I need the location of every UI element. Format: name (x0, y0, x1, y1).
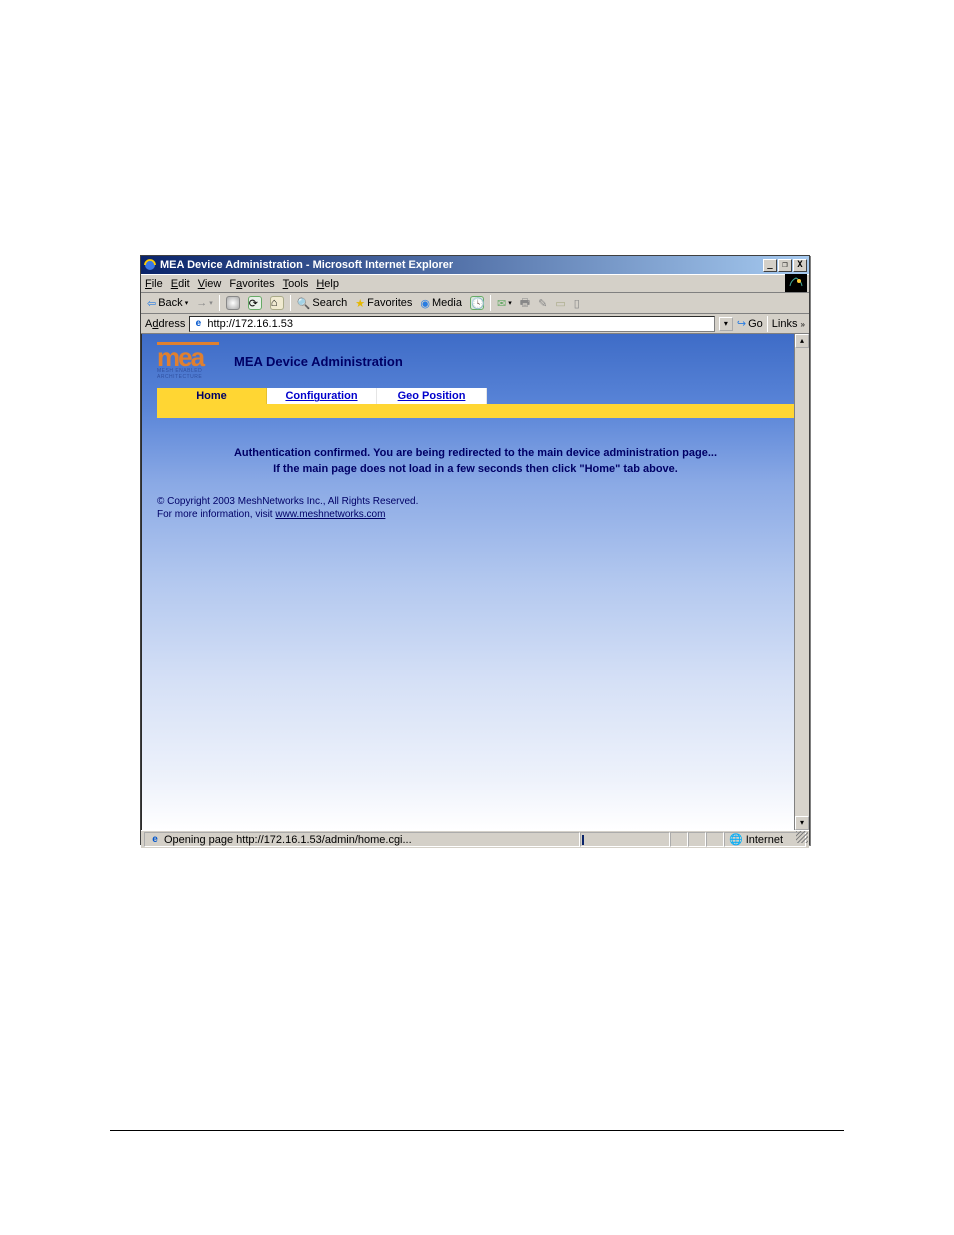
mail-button[interactable]: ✉▾ (495, 296, 514, 311)
status-spacer-2 (688, 832, 706, 847)
tab-underline-bar (157, 404, 794, 418)
go-button[interactable]: ↪Go (737, 317, 763, 330)
status-bar: e Opening page http://172.16.1.53/admin/… (141, 830, 809, 848)
logo-text: mea (157, 342, 219, 369)
tab-geo-position[interactable]: Geo Position (377, 388, 487, 404)
forward-button[interactable]: → ▾ (194, 296, 215, 310)
mea-logo: mea MESH ENABLED ARCHITECTURE (157, 342, 219, 380)
status-spacer-3 (706, 832, 724, 847)
links-button[interactable]: Links » (772, 318, 805, 330)
tab-home[interactable]: Home (157, 388, 267, 404)
tab-configuration[interactable]: Configuration (267, 388, 377, 404)
redirect-message: Authentication confirmed. You are being … (157, 446, 794, 477)
copyright-text: © Copyright 2003 MeshNetworks Inc., All … (157, 495, 794, 508)
status-text: Opening page http://172.16.1.53/admin/ho… (164, 834, 412, 846)
status-page-icon: e (149, 834, 161, 846)
menu-edit[interactable]: Edit (171, 278, 190, 290)
content-area: ▴ ▾ mea MESH ENABLED ARCHITECTURE MEA De… (141, 334, 809, 830)
home-button[interactable]: ⌂ (268, 295, 286, 311)
refresh-button[interactable]: ⟳ (246, 295, 264, 311)
menu-tools[interactable]: Tools (283, 278, 309, 290)
window-title: MEA Device Administration - Microsoft In… (160, 259, 763, 271)
footer-text: © Copyright 2003 MeshNetworks Inc., All … (157, 495, 794, 521)
security-zone-cell: 🌐 Internet (724, 832, 806, 847)
resize-grip[interactable] (796, 831, 808, 843)
address-dropdown-button[interactable]: ▾ (719, 317, 733, 331)
address-label: Address (145, 318, 185, 330)
minimize-button[interactable]: _ (763, 259, 777, 272)
status-text-cell: e Opening page http://172.16.1.53/admin/… (144, 832, 580, 847)
menu-file[interactable]: File (145, 278, 163, 290)
scroll-up-button[interactable]: ▴ (795, 334, 809, 348)
message-line-2: If the main page does not load in a few … (157, 462, 794, 477)
title-bar: MEA Device Administration - Microsoft In… (141, 256, 809, 274)
page-icon: e (192, 318, 204, 330)
menu-view[interactable]: View (198, 278, 222, 290)
tabs-row: Home Configuration Geo Position (157, 388, 794, 404)
message-line-1: Authentication confirmed. You are being … (157, 446, 794, 461)
status-spacer-1 (670, 832, 688, 847)
edit-button[interactable]: ✎ (536, 296, 549, 311)
menu-help[interactable]: Help (316, 278, 339, 290)
internet-zone-icon: 🌐 (729, 833, 743, 846)
history-button[interactable]: 🕓 (468, 295, 486, 311)
stop-button[interactable] (224, 295, 242, 311)
security-zone-text: Internet (746, 834, 783, 846)
address-input[interactable] (207, 318, 712, 330)
logo-subtext-2: ARCHITECTURE (157, 375, 219, 381)
print-button[interactable]: 🖶 (518, 293, 532, 314)
extra-button[interactable]: ▯ (572, 296, 582, 311)
document-divider (110, 1130, 844, 1131)
menu-favorites[interactable]: Favorites (229, 278, 274, 290)
address-bar: Address e ▾ ↪Go Links » (141, 314, 809, 334)
back-button[interactable]: ⇦Back ▾ (145, 296, 190, 311)
meshnetworks-link[interactable]: www.meshnetworks.com (275, 509, 385, 520)
moreinfo-prefix: For more information, visit (157, 509, 275, 520)
address-box: e (189, 316, 715, 332)
browser-window: MEA Device Administration - Microsoft In… (140, 255, 810, 845)
toolbar: ⇦Back ▾ → ▾ ⟳ ⌂ 🔍Search ★Favorites ◉Medi… (141, 292, 809, 314)
vertical-scrollbar[interactable]: ▴ ▾ (794, 334, 809, 830)
scroll-down-button[interactable]: ▾ (795, 816, 809, 830)
restore-button[interactable]: ❐ (778, 259, 792, 272)
media-button[interactable]: ◉Media (418, 296, 464, 311)
discuss-button[interactable]: ▭ (553, 296, 567, 311)
favorites-button[interactable]: ★Favorites (353, 296, 414, 311)
search-button[interactable]: 🔍Search (295, 296, 350, 311)
menu-bar: File Edit View Favorites Tools Help (141, 274, 809, 292)
page-title: MEA Device Administration (234, 354, 403, 369)
ie-icon (143, 258, 157, 272)
ie-throbber-icon (785, 274, 807, 292)
close-button[interactable]: X (793, 259, 807, 272)
progress-bar (582, 835, 584, 845)
progress-cell (580, 832, 670, 847)
